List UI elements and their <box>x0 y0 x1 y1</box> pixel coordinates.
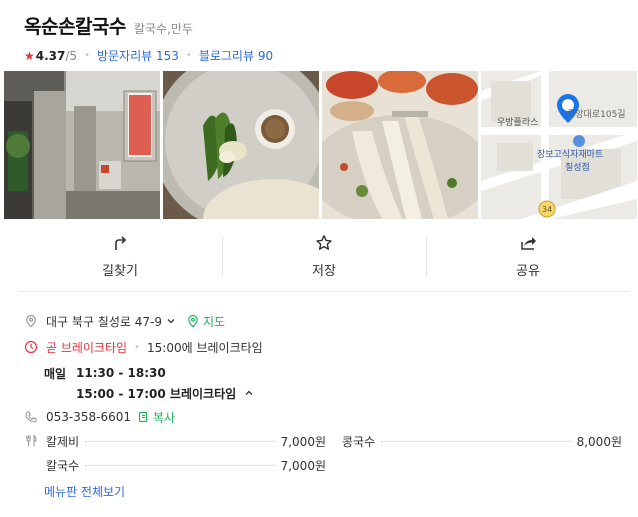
directions-button[interactable]: 길찾기 <box>18 222 222 291</box>
storefront-image <box>4 71 160 219</box>
hours-status-row[interactable]: 곧 브레이크타임 • 15:00에 브레이크타임 <box>24 337 622 357</box>
location-map-thumbnail[interactable]: 중앙대로105길 우방플라스 장보고식자재마트 칠성점 34 <box>481 71 637 219</box>
action-bar: 길찾기 저장 공유 <box>18 222 630 292</box>
hours-line: 매일 11:30 - 18:30 <box>44 363 622 383</box>
address-text: 대구 북구 칠성로 47-9 <box>46 314 162 329</box>
star-outline-icon <box>316 235 332 250</box>
map-place-label: 우방플라스 <box>497 118 539 128</box>
address-row: 대구 북구 칠성로 47-9 지도 <box>24 311 622 331</box>
menu-item: 칼제비 7,000원 <box>46 429 326 453</box>
separator-dot: • <box>185 50 192 61</box>
rating-value: 4.37 <box>35 48 66 63</box>
menu-item-name: 칼제비 <box>46 434 80 449</box>
separator-dot: • <box>84 50 90 61</box>
location-pin-icon <box>26 314 36 328</box>
storefront-photo[interactable] <box>4 71 160 219</box>
hours-day: 매일 <box>44 366 67 381</box>
chevron-up-icon[interactable] <box>244 388 254 398</box>
hours-time: 11:30 - 18:30 <box>76 366 166 380</box>
separator-dot: • <box>134 341 141 353</box>
map-route-label: 34 <box>542 205 553 214</box>
directions-icon <box>115 236 127 250</box>
side-dish-image <box>163 71 319 219</box>
blog-review-link[interactable]: 블로그리뷰 90 <box>199 47 273 64</box>
map-store-label-2: 칠성점 <box>565 163 590 173</box>
rating-max: /5 <box>65 48 78 63</box>
blog-review-count: 90 <box>257 49 274 63</box>
phone-icon <box>25 411 37 423</box>
menu-item-price: 7,000원 <box>280 458 326 473</box>
share-label: 공유 <box>516 264 540 279</box>
map-link[interactable]: 지도 <box>186 313 225 330</box>
hours-status: 곧 브레이크타임 <box>46 340 128 355</box>
photo-strip: 중앙대로105길 우방플라스 장보고식자재마트 칠성점 34 <box>4 71 638 219</box>
menu-item-name: 칼국수 <box>46 458 80 473</box>
noodle-image <box>322 71 478 219</box>
menu-leader <box>85 464 275 466</box>
copy-button[interactable]: 복사 <box>137 409 175 426</box>
hours-detail: 매일 11:30 - 18:30 15:00 - 17:00 브레이크타임 <box>44 363 622 403</box>
place-category: 칼국수,만두 <box>133 22 193 36</box>
side-dish-photo[interactable] <box>163 71 319 219</box>
blog-review-label: 블로그리뷰 <box>198 49 255 63</box>
save-button[interactable]: 저장 <box>222 222 426 291</box>
map-pin-icon <box>188 314 198 328</box>
share-icon <box>521 237 536 250</box>
map-image <box>481 71 637 219</box>
menu-leader <box>85 440 275 442</box>
visitor-review-label: 방문자리뷰 <box>96 49 153 63</box>
menu-item: 칼국수 7,000원 <box>46 453 326 477</box>
map-store-label-1: 장보고식자재마트 <box>537 150 604 160</box>
phone-number[interactable]: 053-358-6601 <box>46 410 131 424</box>
share-button[interactable]: 공유 <box>426 222 630 291</box>
menu-item-price: 8,000원 <box>576 434 622 449</box>
star-icon: ★ <box>24 48 35 63</box>
noodle-photo[interactable] <box>322 71 478 219</box>
chevron-down-icon[interactable] <box>166 316 176 326</box>
visitor-review-count: 153 <box>156 49 179 63</box>
hours-line: 15:00 - 17:00 브레이크타임 <box>44 383 622 403</box>
menu-item-price: 7,000원 <box>280 434 326 449</box>
hours-note: 15:00에 브레이크타임 <box>147 340 263 355</box>
copy-icon <box>138 411 148 423</box>
directions-label: 길찾기 <box>102 264 138 279</box>
place-header: 옥순손칼국수 칼국수,만두 ★ 4.37 /5 • 방문자리뷰 153 • 블로… <box>24 12 628 64</box>
menu-more-link[interactable]: 메뉴판 전체보기 <box>44 483 622 500</box>
place-title[interactable]: 옥순손칼국수 <box>24 12 126 39</box>
fork-knife-icon <box>26 434 37 447</box>
hours-time: 15:00 - 17:00 브레이크타임 <box>76 386 237 401</box>
menu-leader <box>381 440 571 442</box>
save-label: 저장 <box>312 264 336 279</box>
menu-item: 콩국수 8,000원 <box>342 429 622 453</box>
menu-item-name: 콩국수 <box>342 434 376 449</box>
clock-icon <box>24 340 38 354</box>
map-link-label: 지도 <box>202 314 226 329</box>
copy-label: 복사 <box>153 410 176 425</box>
visitor-review-link[interactable]: 방문자리뷰 153 <box>97 47 179 64</box>
menu-section: 칼제비 7,000원 콩국수 8,000원 칼국수 7,000원 <box>24 429 622 477</box>
phone-row: 053-358-6601 복사 <box>24 407 622 427</box>
map-road-label: 중앙대로105길 <box>567 110 626 120</box>
place-info: 대구 북구 칠성로 47-9 지도 곧 브레이크타임 • 15:00에 브레이크… <box>24 311 622 500</box>
